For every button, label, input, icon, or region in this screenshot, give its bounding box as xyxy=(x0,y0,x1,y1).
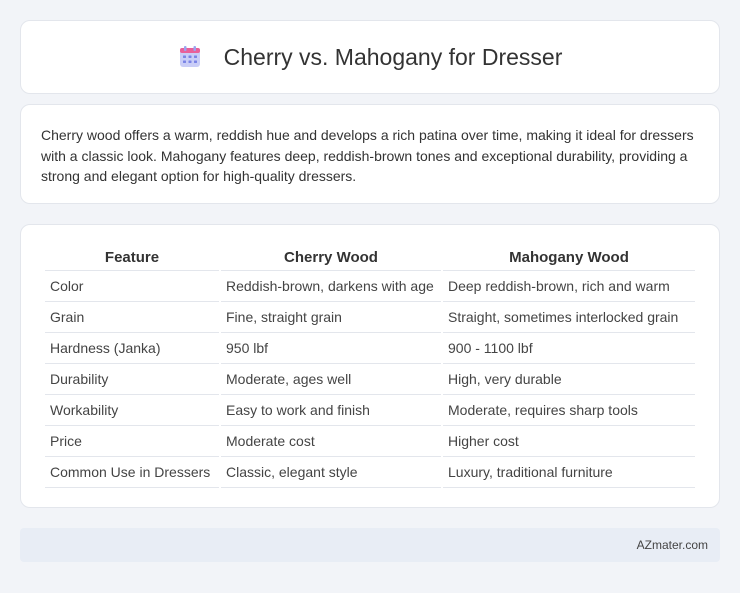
title-card: Cherry vs. Mahogany for Dresser xyxy=(20,20,720,94)
table-cell: Straight, sometimes interlocked grain xyxy=(443,302,695,333)
comparison-table: Feature Cherry Wood Mahogany Wood Color R… xyxy=(43,245,697,488)
intro-card: Cherry wood offers a warm, reddish hue a… xyxy=(20,104,720,204)
table-row: Workability Easy to work and finish Modera… xyxy=(45,395,695,426)
table-cell: Grain xyxy=(45,302,219,333)
table-cell: Moderate, ages well xyxy=(221,364,441,395)
footer-brand: AZmater.com xyxy=(636,538,708,552)
table-cell: Hardness (Janka) xyxy=(45,333,219,364)
footer: AZmater.com xyxy=(20,528,720,562)
intro-text: Cherry wood offers a warm, reddish hue a… xyxy=(41,127,694,184)
calendar-icon xyxy=(178,45,202,69)
table-cell: Classic, elegant style xyxy=(221,457,441,488)
table-cell: Color xyxy=(45,271,219,302)
table-cell: Moderate cost xyxy=(221,426,441,457)
column-header: Mahogany Wood xyxy=(443,245,695,271)
table-cell: Easy to work and finish xyxy=(221,395,441,426)
table-row: Hardness (Janka) 950 lbf 900 - 1100 lbf xyxy=(45,333,695,364)
table-cell: Luxury, traditional furniture xyxy=(443,457,695,488)
table-row: Common Use in Dressers Classic, elegant s… xyxy=(45,457,695,488)
table-cell: Higher cost xyxy=(443,426,695,457)
comparison-card: Feature Cherry Wood Mahogany Wood Color R… xyxy=(20,224,720,508)
table-header-row: Feature Cherry Wood Mahogany Wood xyxy=(45,245,695,271)
column-header: Feature xyxy=(45,245,219,271)
table-cell: Moderate, requires sharp tools xyxy=(443,395,695,426)
table-cell: 950 lbf xyxy=(221,333,441,364)
table-row: Durability Moderate, ages well High, very … xyxy=(45,364,695,395)
table-row: Price Moderate cost Higher cost xyxy=(45,426,695,457)
table-cell: Durability xyxy=(45,364,219,395)
table-cell: Common Use in Dressers xyxy=(45,457,219,488)
table-cell: Fine, straight grain xyxy=(221,302,441,333)
table-row: Grain Fine, straight grain Straight, somet… xyxy=(45,302,695,333)
table-cell: Workability xyxy=(45,395,219,426)
table-cell: Reddish-brown, darkens with age xyxy=(221,271,441,302)
table-cell: 900 - 1100 lbf xyxy=(443,333,695,364)
column-header: Cherry Wood xyxy=(221,245,441,271)
table-cell: Price xyxy=(45,426,219,457)
table-cell: High, very durable xyxy=(443,364,695,395)
table-row: Color Reddish-brown, darkens with age Deep… xyxy=(45,271,695,302)
page-title: Cherry vs. Mahogany for Dresser xyxy=(223,43,563,70)
table-cell: Deep reddish-brown, rich and warm xyxy=(443,271,695,302)
